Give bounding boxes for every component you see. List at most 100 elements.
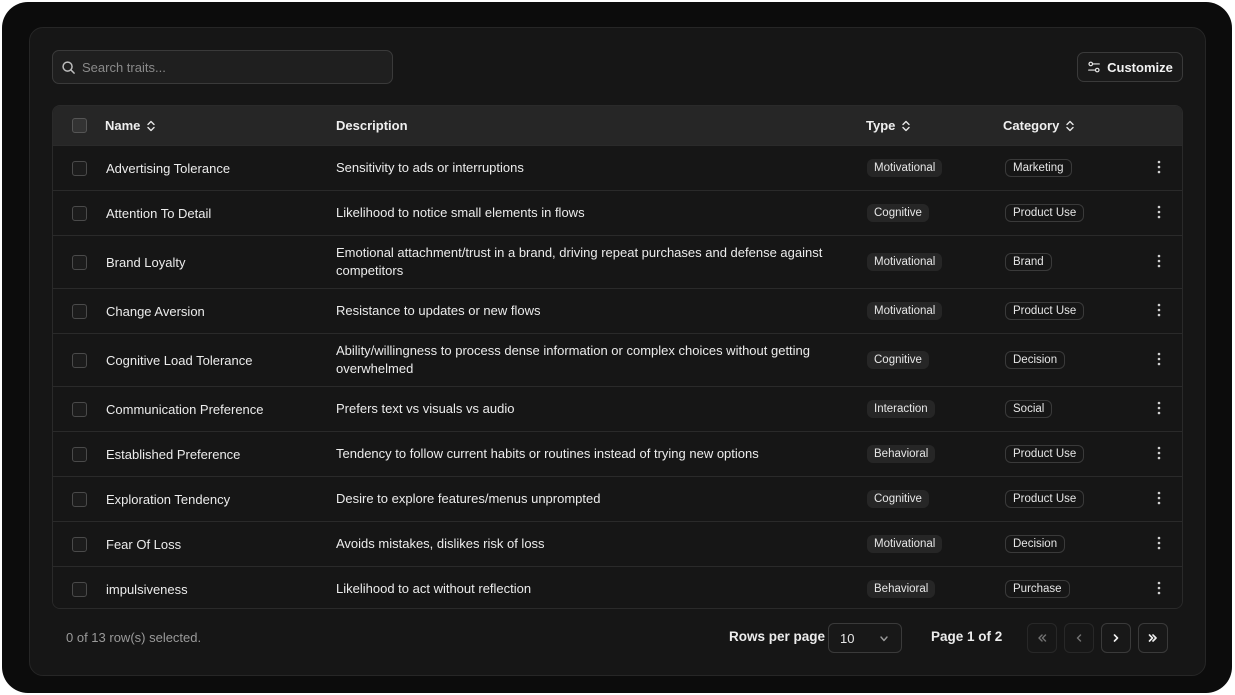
select-all-checkbox[interactable] [72,118,87,133]
more-vertical-icon [1157,254,1161,267]
column-header-category-label: Category [1003,118,1060,133]
chevron-right-icon [1113,634,1119,642]
trait-name: Advertising Tolerance [106,160,231,176]
category-badge: Marketing [1005,159,1072,177]
table-row[interactable]: Advertising Tolerance Sensitivity to ads … [53,145,1182,190]
row-checkbox[interactable] [72,160,87,176]
type-badge-cell: Cognitive [867,490,929,508]
trait-name: Established Preference [106,446,241,462]
row-checkbox[interactable] [72,254,87,270]
row-checkbox[interactable] [72,205,87,221]
category-badge-cell: Product Use [1005,204,1085,222]
category-badge: Decision [1005,351,1066,369]
row-actions-button[interactable] [1149,401,1169,418]
traits-panel: Customize Name Description Type [29,27,1206,676]
row-actions-button[interactable] [1149,205,1169,222]
sort-icon [1066,120,1075,131]
chevrons-right-icon [1148,634,1157,642]
row-actions-button[interactable] [1149,491,1169,508]
row-checkbox[interactable] [72,401,87,417]
rows-per-page-select[interactable]: 10 [828,623,902,653]
more-vertical-icon [1157,205,1161,218]
category-badge: Decision [1005,535,1066,553]
chevrons-left-icon [1038,634,1047,642]
column-header-description: Description [336,117,408,133]
more-vertical-icon [1157,160,1161,173]
category-badge: Product Use [1005,302,1085,320]
trait-description: Likelihood to notice small elements in f… [336,205,585,220]
type-badge-cell: Motivational [867,159,943,177]
category-badge: Product Use [1005,445,1085,463]
type-badge: Behavioral [867,445,936,463]
column-header-type[interactable]: Type [866,118,911,133]
type-badge-cell: Motivational [867,253,943,271]
category-badge-cell: Decision [1005,535,1066,553]
row-actions-button[interactable] [1149,446,1169,463]
category-badge-cell: Marketing [1005,159,1072,177]
chevron-down-icon [880,636,888,642]
trait-description: Resistance to updates or new flows [336,303,541,318]
previous-page-button[interactable] [1064,623,1094,653]
table-row[interactable]: Communication Preference Prefers text vs … [53,386,1182,431]
table-row[interactable]: Change Aversion Resistance to updates or … [53,288,1182,333]
type-badge-cell: Behavioral [867,580,936,598]
more-vertical-icon [1157,491,1161,504]
trait-name: Communication Preference [106,401,264,417]
rows-per-page-value: 10 [840,630,855,646]
column-header-category[interactable]: Category [1003,118,1075,133]
trait-description: Emotional attachment/trust in a brand, d… [336,245,823,278]
customize-label: Customize [1107,59,1173,75]
selection-count: 0 of 13 row(s) selected. [66,630,202,645]
table-row[interactable]: Exploration Tendency Desire to explore fe… [53,476,1182,521]
row-actions-button[interactable] [1149,254,1169,271]
trait-name: Fear Of Loss [106,536,182,552]
table-row[interactable]: Cognitive Load Tolerance Ability/willingn… [53,333,1182,386]
table-row[interactable]: Attention To Detail Likelihood to notice … [53,190,1182,235]
category-badge: Brand [1005,253,1052,271]
type-badge-cell: Interaction [867,400,935,418]
traits-table: Name Description Type Category Advertisi… [52,105,1183,609]
category-badge: Purchase [1005,580,1070,598]
type-badge-cell: Cognitive [867,204,929,222]
table-row[interactable]: Established Preference Tendency to follow… [53,431,1182,476]
row-checkbox[interactable] [72,536,87,552]
table-header: Name Description Type Category [53,106,1182,145]
trait-name: impulsiveness [106,581,188,597]
row-actions-button[interactable] [1149,581,1169,598]
row-actions-button[interactable] [1149,303,1169,320]
customize-button[interactable]: Customize [1077,52,1183,82]
table-row[interactable]: Fear Of Loss Avoids mistakes, dislikes ri… [53,521,1182,566]
category-badge-cell: Decision [1005,351,1066,369]
type-badge-cell: Motivational [867,302,943,320]
trait-name: Attention To Detail [106,205,212,221]
row-checkbox[interactable] [72,303,87,319]
column-header-name[interactable]: Name [105,118,156,133]
search-input[interactable] [82,59,362,75]
row-checkbox[interactable] [72,491,87,507]
trait-description: Tendency to follow current habits or rou… [336,446,759,461]
page-indicator: Page 1 of 2 [931,629,1003,644]
more-vertical-icon [1157,581,1161,594]
row-checkbox[interactable] [72,352,87,368]
column-header-name-label: Name [105,118,141,133]
first-page-button[interactable] [1027,623,1057,653]
next-page-button[interactable] [1101,623,1131,653]
row-actions-button[interactable] [1149,352,1169,369]
row-checkbox[interactable] [72,446,87,462]
row-actions-button[interactable] [1149,160,1169,177]
category-badge-cell: Product Use [1005,445,1085,463]
row-checkbox[interactable] [72,581,87,597]
trait-name: Cognitive Load Tolerance [106,352,253,368]
row-actions-button[interactable] [1149,536,1169,553]
table-row[interactable]: Brand Loyalty Emotional attachment/trust … [53,235,1182,288]
trait-description: Avoids mistakes, dislikes risk of loss [336,536,545,551]
last-page-button[interactable] [1138,623,1168,653]
search-box[interactable] [52,50,393,84]
trait-description: Ability/willingness to process dense inf… [336,343,811,376]
category-badge-cell: Product Use [1005,302,1085,320]
type-badge-cell: Motivational [867,535,943,553]
app-window: Customize Name Description Type [2,2,1232,693]
type-badge: Cognitive [867,490,929,508]
trait-description: Prefers text vs visuals vs audio [336,401,515,416]
table-row[interactable]: impulsiveness Likelihood to act without r… [53,566,1182,608]
